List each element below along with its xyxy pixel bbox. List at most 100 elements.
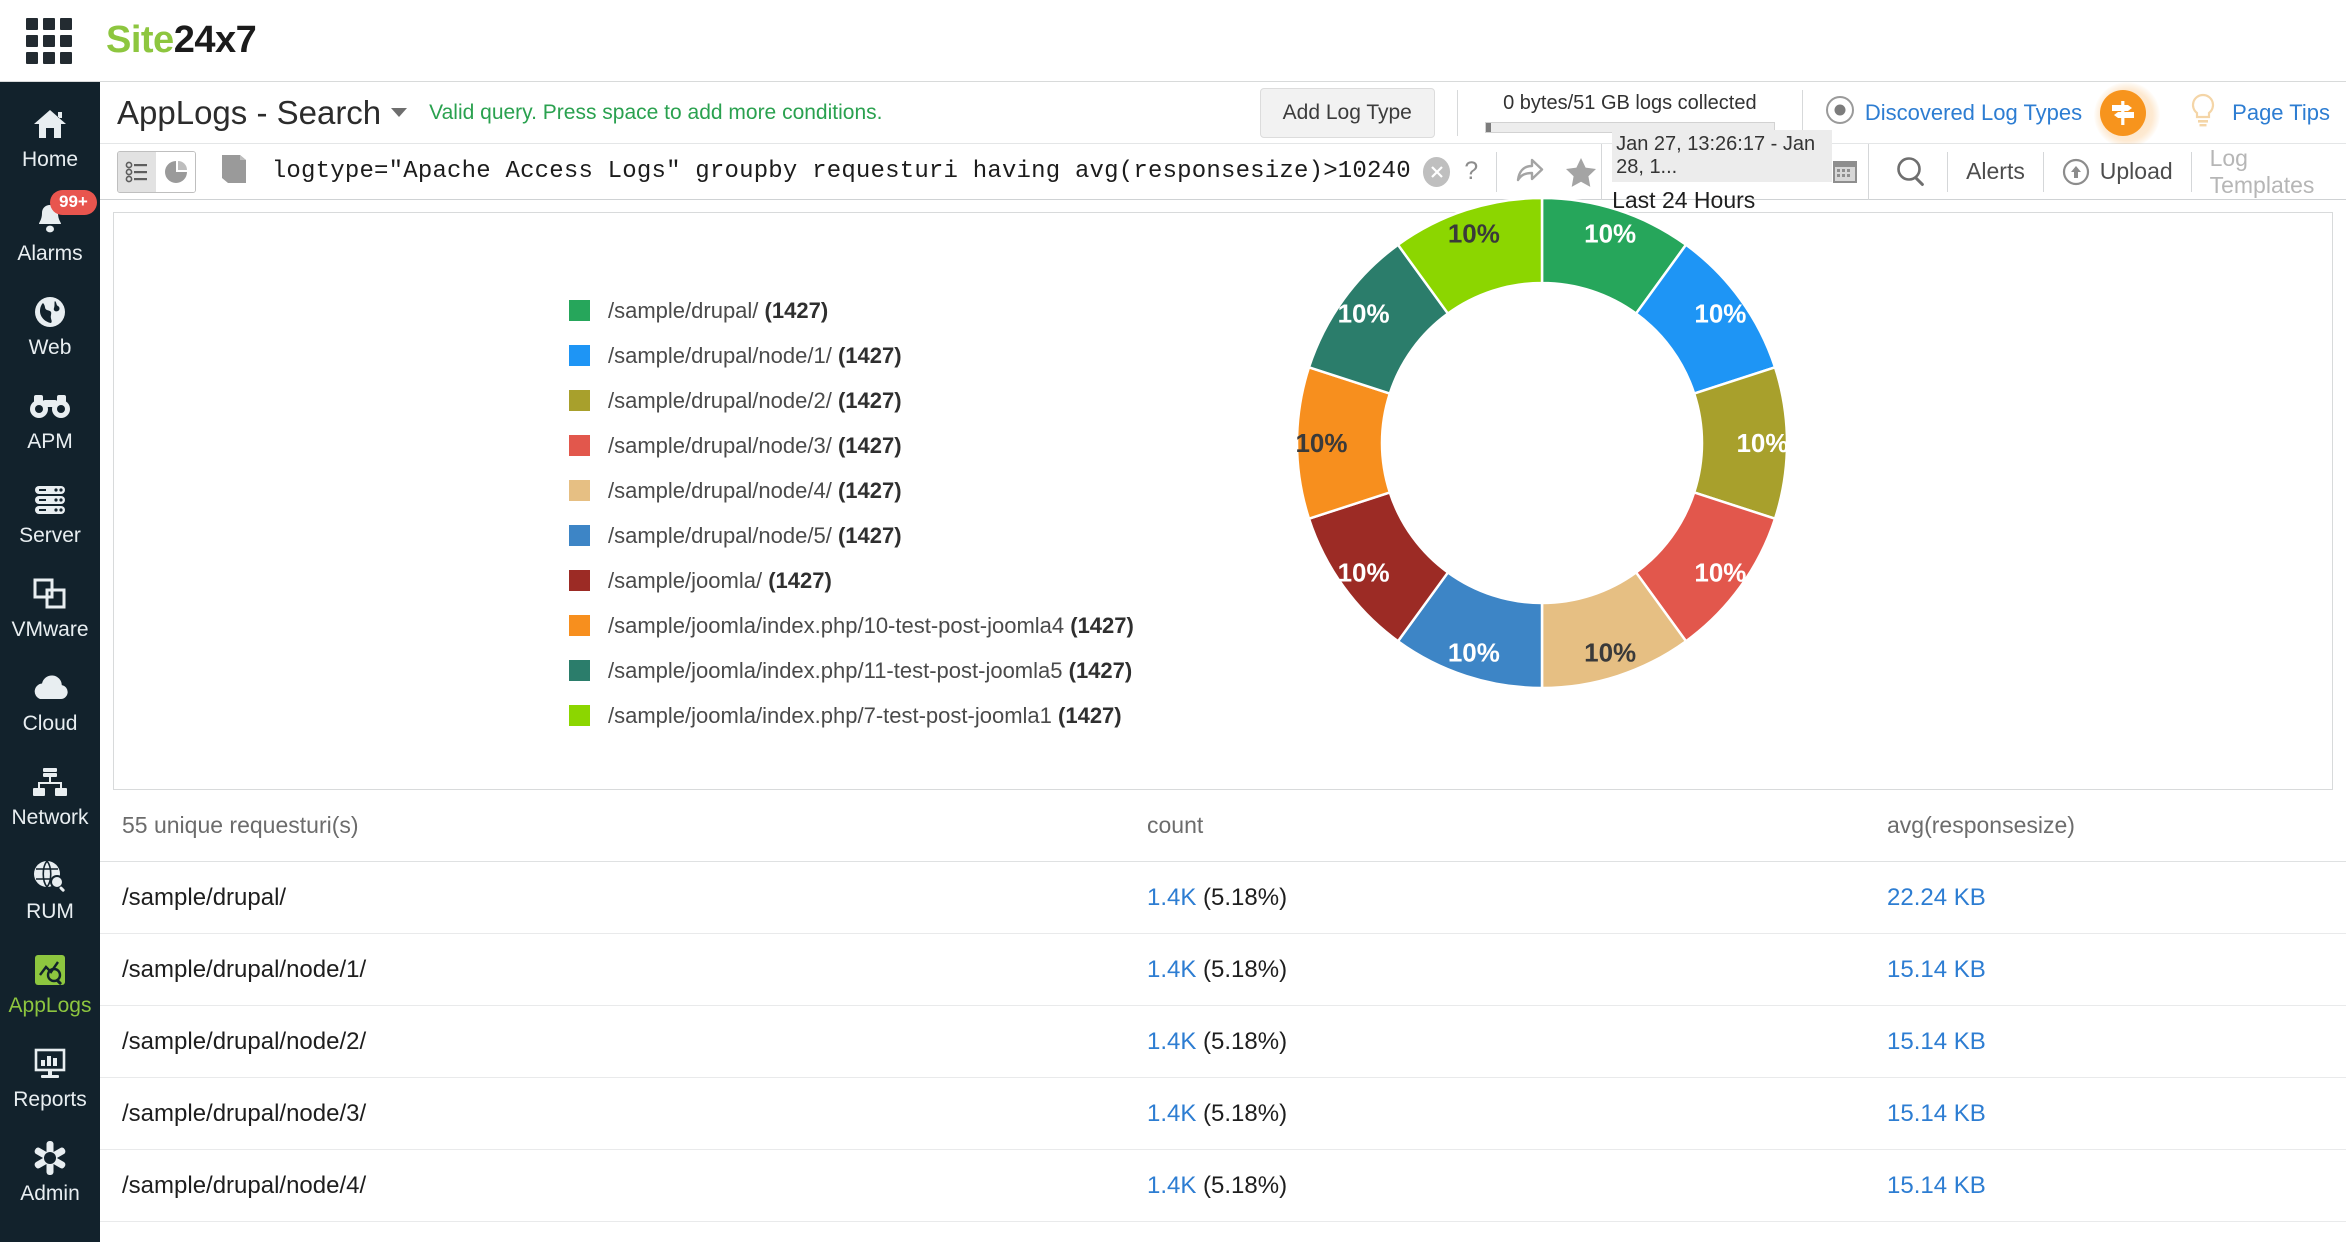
table-row[interactable]: /sample/drupal/node/3/ 1.4K (5.18%) 15.1… bbox=[100, 1078, 2346, 1150]
home-icon bbox=[32, 104, 68, 144]
site24x7-logo[interactable]: Site24x7 bbox=[106, 19, 257, 62]
cell-count: 1.4K (5.18%) bbox=[1147, 1028, 1887, 1056]
legend-item[interactable]: /sample/drupal/ (1427) bbox=[569, 288, 1134, 333]
add-log-type-button[interactable]: Add Log Type bbox=[1259, 87, 1435, 138]
legend-item[interactable]: /sample/drupal/node/4/ (1427) bbox=[569, 468, 1134, 513]
cell-count-pct: (5.18%) bbox=[1203, 1171, 1288, 1199]
cell-requesturi: /sample/drupal/node/2/ bbox=[122, 1027, 367, 1055]
cell-count-pct: (5.18%) bbox=[1203, 1099, 1288, 1127]
cell-count-value[interactable]: 1.4K bbox=[1147, 1028, 1196, 1055]
legend-swatch bbox=[569, 705, 590, 726]
sidebar-label-rum: RUM bbox=[26, 900, 74, 923]
sidebar-label-admin: Admin bbox=[20, 1182, 80, 1205]
upload-icon[interactable] bbox=[2062, 158, 2090, 186]
cell-requesturi: /sample/drupal/node/1/ bbox=[122, 955, 367, 983]
legend-item[interactable]: /sample/joomla/index.php/10-test-post-jo… bbox=[569, 603, 1134, 648]
windows-stack-icon bbox=[33, 574, 67, 614]
search-icon[interactable] bbox=[1895, 155, 1929, 189]
upload-button[interactable]: Upload bbox=[2100, 158, 2173, 185]
cell-avg-responsesize[interactable]: 22.24 KB bbox=[1887, 884, 2346, 912]
sidebar-label-reports: Reports bbox=[13, 1088, 87, 1111]
legend-item[interactable]: /sample/joomla/index.php/11-test-post-jo… bbox=[569, 648, 1134, 693]
legend-label: /sample/drupal/node/2/ (1427) bbox=[608, 387, 902, 413]
cloud-icon bbox=[30, 668, 70, 708]
legend-swatch bbox=[569, 660, 590, 681]
legend-item[interactable]: /sample/joomla/index.php/7-test-post-joo… bbox=[569, 693, 1134, 738]
sidebar-label-apm: APM bbox=[27, 430, 73, 453]
cell-avg-responsesize[interactable]: 15.14 KB bbox=[1887, 1028, 2346, 1056]
query-validation-message: Valid query. Press space to add more con… bbox=[429, 100, 883, 124]
page-title: AppLogs - Search bbox=[117, 93, 382, 131]
legend-item[interactable]: /sample/drupal/node/1/ (1427) bbox=[569, 333, 1134, 378]
sidebar-item-cloud[interactable]: Cloud bbox=[0, 654, 100, 748]
logs-quota: 0 bytes/51 GB logs collected bbox=[1480, 92, 1780, 133]
legend-item[interactable]: /sample/joomla/ (1427) bbox=[569, 558, 1134, 603]
legend-item[interactable]: /sample/drupal/node/5/ (1427) bbox=[569, 513, 1134, 558]
query-input[interactable]: logtype="Apache Access Logs" groupby req… bbox=[272, 158, 1411, 185]
page-tips[interactable]: Page Tips bbox=[2094, 81, 2330, 148]
cell-requesturi: /sample/drupal/node/3/ bbox=[122, 1099, 367, 1127]
legend-swatch bbox=[569, 525, 590, 546]
alarms-badge: 99+ bbox=[50, 190, 97, 215]
cell-requesturi: /sample/drupal/ bbox=[122, 883, 287, 911]
table-row[interactable]: /sample/drupal/ 1.4K (5.18%) 22.24 KB bbox=[100, 862, 2346, 934]
table-row[interactable]: /sample/drupal/node/2/ 1.4K (5.18%) 15.1… bbox=[100, 1006, 2346, 1078]
gear-icon bbox=[32, 1138, 68, 1178]
binoculars-icon bbox=[29, 386, 71, 426]
network-icon bbox=[32, 762, 68, 802]
sidebar-item-rum[interactable]: RUM bbox=[0, 842, 100, 936]
donut-slice-label: 10% bbox=[1694, 558, 1746, 588]
sidebar-item-home[interactable]: Home bbox=[0, 90, 100, 184]
cell-count-value[interactable]: 1.4K bbox=[1147, 884, 1196, 911]
calendar-icon[interactable] bbox=[1832, 158, 1858, 189]
chart-legend: /sample/drupal/ (1427) /sample/drupal/no… bbox=[569, 288, 1134, 738]
sidebar-item-apm[interactable]: APM bbox=[0, 372, 100, 466]
cell-avg-responsesize[interactable]: 15.14 KB bbox=[1887, 1172, 2346, 1200]
sidebar-item-admin[interactable]: Admin bbox=[0, 1124, 100, 1218]
sidebar-label-vmware: VMware bbox=[11, 618, 89, 641]
donut-slice-label: 10% bbox=[1736, 428, 1788, 458]
legend-label: /sample/drupal/node/1/ (1427) bbox=[608, 342, 902, 368]
logo-24x7-text: 24x7 bbox=[173, 19, 257, 61]
table-header-count: count bbox=[1147, 812, 1204, 838]
table-row[interactable]: /sample/drupal/node/1/ 1.4K (5.18%) 15.1… bbox=[100, 934, 2346, 1006]
sidebar-item-network[interactable]: Network bbox=[0, 748, 100, 842]
sidebar-item-server[interactable]: Server bbox=[0, 466, 100, 560]
chevron-down-icon[interactable] bbox=[391, 108, 408, 117]
donut-chart[interactable]: 10% 10% 10% 10% 10% 10% 10% 10% 10% 10% bbox=[1262, 163, 1822, 728]
list-view-icon[interactable] bbox=[118, 151, 157, 192]
discovered-log-types-link[interactable]: Discovered Log Types bbox=[1865, 100, 2082, 126]
eye-icon[interactable] bbox=[1825, 95, 1855, 130]
alerts-button[interactable]: Alerts bbox=[1966, 158, 2025, 185]
report-chart-icon bbox=[32, 1044, 68, 1084]
book-icon[interactable] bbox=[218, 153, 248, 190]
legend-item[interactable]: /sample/drupal/node/2/ (1427) bbox=[569, 378, 1134, 423]
legend-swatch bbox=[569, 300, 590, 321]
cell-avg-responsesize[interactable]: 15.14 KB bbox=[1887, 956, 2346, 984]
cell-avg-responsesize[interactable]: 15.14 KB bbox=[1887, 1100, 2346, 1128]
table-header-row: 55 unique requesturi(s) count avg(respon… bbox=[100, 790, 2346, 862]
sidebar-item-applogs[interactable]: AppLogs bbox=[0, 936, 100, 1030]
sidebar-item-alarms[interactable]: 99+ Alarms bbox=[0, 184, 100, 278]
divider bbox=[1947, 151, 1949, 192]
results-table: 55 unique requesturi(s) count avg(respon… bbox=[100, 790, 2346, 1242]
brand-bar: Site24x7 bbox=[0, 0, 2346, 82]
log-templates-button[interactable]: Log Templates bbox=[2210, 145, 2346, 199]
sidebar-item-vmware[interactable]: VMware bbox=[0, 560, 100, 654]
cell-count-pct: (5.18%) bbox=[1203, 955, 1288, 983]
sidebar-item-reports[interactable]: Reports bbox=[0, 1030, 100, 1124]
page-tips-link[interactable]: Page Tips bbox=[2232, 100, 2330, 126]
table-header-avg: avg(responsesize) bbox=[1887, 812, 2075, 838]
table-row[interactable]: /sample/drupal/node/4/ 1.4K (5.18%) 15.1… bbox=[100, 1150, 2346, 1222]
cell-count-value[interactable]: 1.4K bbox=[1147, 1172, 1196, 1199]
pie-chart-view-icon[interactable] bbox=[156, 151, 195, 192]
legend-label: /sample/drupal/node/3/ (1427) bbox=[608, 432, 902, 458]
cell-count-pct: (5.18%) bbox=[1203, 1027, 1288, 1055]
sidebar: Home 99+ Alarms Web APM Server VMware Cl… bbox=[0, 82, 100, 1242]
legend-item[interactable]: /sample/drupal/node/3/ (1427) bbox=[569, 423, 1134, 468]
apps-grid-icon[interactable] bbox=[26, 17, 72, 64]
cell-count-value[interactable]: 1.4K bbox=[1147, 956, 1196, 983]
sidebar-item-web[interactable]: Web bbox=[0, 278, 100, 372]
globe-icon bbox=[33, 292, 67, 332]
cell-count-value[interactable]: 1.4K bbox=[1147, 1100, 1196, 1127]
